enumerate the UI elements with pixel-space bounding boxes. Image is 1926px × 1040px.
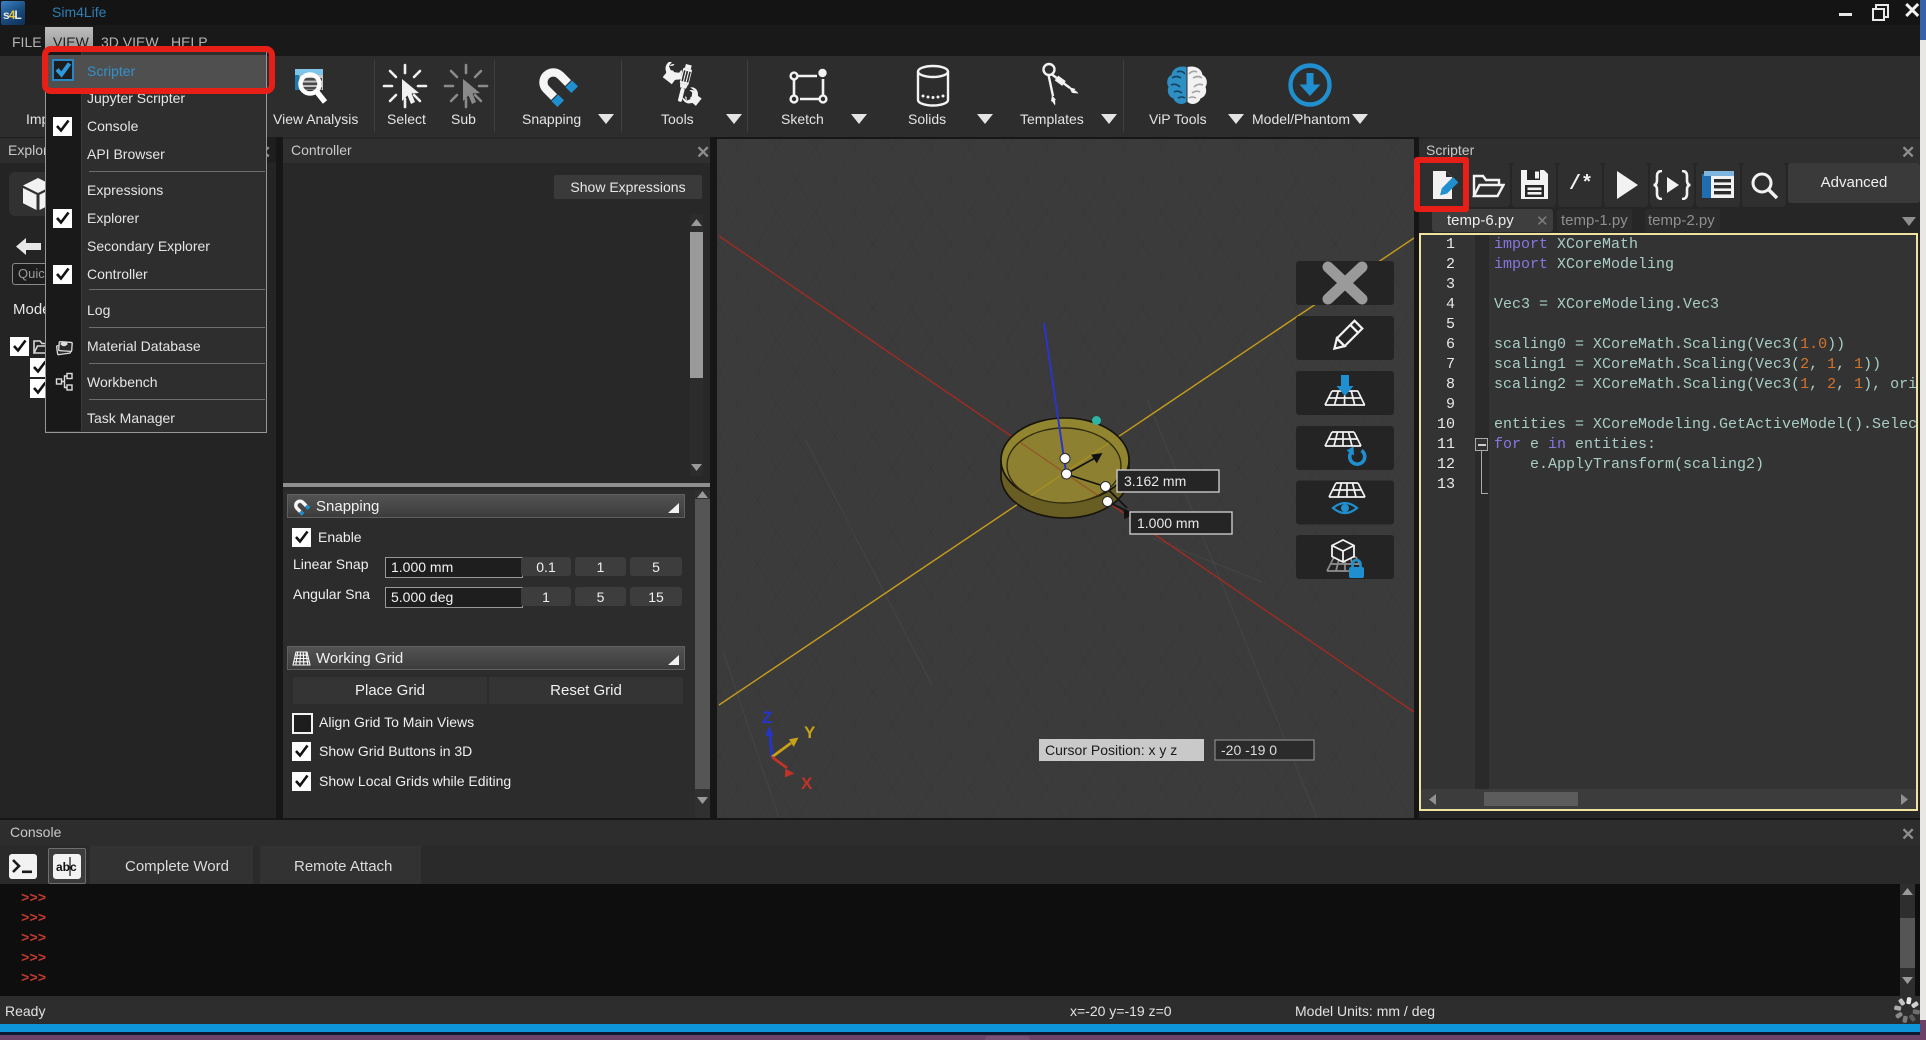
svg-text:Cursor Position: x y z: Cursor Position: x y z <box>1045 742 1177 758</box>
svg-text:3.162 mm: 3.162 mm <box>1124 473 1186 489</box>
svg-text:1.000 mm: 1.000 mm <box>1137 515 1199 531</box>
svg-text:-20 -19 0: -20 -19 0 <box>1221 742 1277 758</box>
svg-text:abc: abc <box>56 860 77 874</box>
svg-text:Y: Y <box>804 723 816 742</box>
svg-text:Z: Z <box>762 708 772 727</box>
svg-text:X: X <box>801 774 813 793</box>
